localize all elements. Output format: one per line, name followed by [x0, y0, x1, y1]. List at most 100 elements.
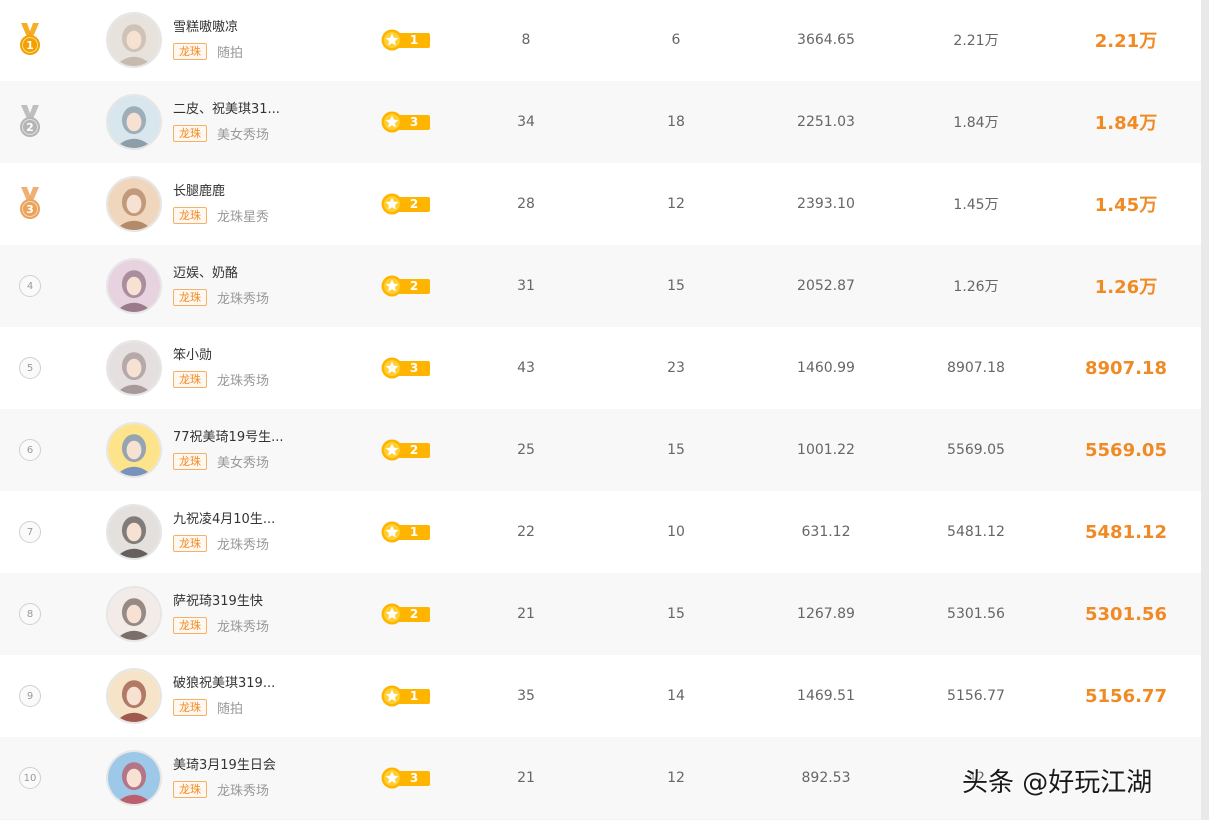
avatar[interactable] [106, 258, 162, 314]
platform-tag: 龙珠 [173, 616, 207, 634]
silver-medal-icon: 2 [20, 105, 40, 137]
table-row[interactable]: 8 萨祝琦319生快 龙珠 龙珠秀场 2 21 15 1267.89 5301.56 5301.5… [0, 573, 1201, 655]
level-cell: 1 [381, 0, 433, 81]
stat-col-3: 1267.89 [797, 606, 855, 622]
table-row[interactable]: 3 长腿鹿鹿 龙珠 龙珠星秀 2 28 12 2393.10 1.45万 1.45万 [0, 163, 1201, 245]
streamer-name[interactable]: 迈娱、奶酪 [173, 266, 238, 282]
ranking-table: 1 雪糕嗷嗷凉 龙珠 随拍 1 8 6 3664.65 2.21万 2.21万 2 二皮、祝美琪31.… [0, 0, 1201, 820]
rank-cell: 7 [0, 491, 60, 573]
category-label[interactable]: 龙珠秀场 [217, 370, 269, 389]
stat-col-2: 12 [667, 196, 685, 212]
streamer-name[interactable]: 破狼祝美琪319... [173, 676, 275, 692]
level-number: 1 [409, 33, 419, 47]
avatar-cell [106, 491, 164, 573]
streamer-name[interactable]: 雪糕嗷嗷凉 [173, 20, 238, 36]
streamer-tags: 龙珠 龙珠秀场 [173, 370, 269, 389]
level-cell: 2 [381, 409, 433, 491]
table-row[interactable]: 7 九祝凌4月10生... 龙珠 龙珠秀场 1 22 10 631.12 5481.12 5481… [0, 491, 1201, 573]
avatar-cell [106, 0, 164, 81]
rank-number: 4 [19, 275, 41, 297]
medal-rank-number: 3 [26, 203, 34, 216]
table-row[interactable]: 2 二皮、祝美琪31... 龙珠 美女秀场 3 34 18 2251.03 1.84万 1.84万 [0, 81, 1201, 163]
rank-cell: 9 [0, 655, 60, 737]
category-label[interactable]: 龙珠秀场 [217, 534, 269, 553]
rank-number: 8 [19, 603, 41, 625]
level-cell: 2 [381, 245, 433, 327]
level-badge: 2 [381, 439, 431, 461]
streamer-name[interactable]: 美琦3月19生日会 [173, 758, 276, 774]
streamer-tags: 龙珠 美女秀场 [173, 124, 269, 143]
stat-col-4: 5301.56 [947, 606, 1005, 622]
stat-col-1: 8 [521, 32, 531, 48]
streamer-tags: 龙珠 龙珠秀场 [173, 288, 269, 307]
level-cell: 3 [381, 737, 433, 819]
table-row[interactable]: 5 笨小勋 龙珠 龙珠秀场 3 43 23 1460.99 8907.18 8907.18 [0, 327, 1201, 409]
streamer-tags: 龙珠 龙珠秀场 [173, 780, 269, 799]
platform-tag: 龙珠 [173, 452, 207, 470]
streamer-name[interactable]: 77祝美琦19号生... [173, 430, 283, 446]
avatar[interactable] [106, 750, 162, 806]
stat-col-4: 1.26万 [953, 279, 999, 295]
rank-number: 10 [19, 767, 41, 789]
streamer-name[interactable]: 萨祝琦319生快 [173, 594, 263, 610]
level-cell: 3 [381, 327, 433, 409]
avatar[interactable] [106, 340, 162, 396]
avatar[interactable] [106, 504, 162, 560]
table-row[interactable]: 9 破狼祝美琪319... 龙珠 随拍 1 35 14 1469.51 5156.77 5156.… [0, 655, 1201, 737]
platform-tag: 龙珠 [173, 124, 207, 142]
streamer-name[interactable]: 二皮、祝美琪31... [173, 102, 280, 118]
rank-cell: 3 [0, 163, 60, 245]
watermark: 头条 @好玩江湖 [962, 768, 1153, 798]
stat-col-2: 10 [667, 524, 685, 540]
stat-col-1: 21 [517, 770, 535, 786]
streamer-name[interactable]: 笨小勋 [173, 348, 212, 364]
total-value: 1.84万 [1094, 113, 1158, 134]
total-value: 5156.77 [1085, 685, 1167, 707]
level-cell: 2 [381, 163, 433, 245]
category-label[interactable]: 美女秀场 [217, 452, 269, 471]
streamer-info: 萨祝琦319生快 龙珠 龙珠秀场 [173, 573, 353, 655]
avatar[interactable] [106, 176, 162, 232]
platform-tag: 龙珠 [173, 206, 207, 224]
stat-col-2: 15 [667, 442, 685, 458]
stat-col-3: 892.53 [801, 770, 851, 786]
avatar[interactable] [106, 12, 162, 68]
category-label[interactable]: 随拍 [217, 42, 243, 61]
avatar-cell [106, 81, 164, 163]
scrollbar[interactable] [1201, 0, 1209, 820]
total-value: 1.45万 [1094, 195, 1158, 216]
streamer-info: 雪糕嗷嗷凉 龙珠 随拍 [173, 0, 353, 81]
level-cell: 1 [381, 491, 433, 573]
stat-col-1: 22 [517, 524, 535, 540]
avatar-cell [106, 409, 164, 491]
stat-col-3: 3664.65 [797, 32, 855, 48]
stat-col-4: 5156.77 [947, 688, 1005, 704]
avatar[interactable] [106, 422, 162, 478]
stat-col-1: 31 [517, 278, 535, 294]
category-label[interactable]: 美女秀场 [217, 124, 269, 143]
total-value: 1.26万 [1094, 277, 1158, 298]
stat-col-3: 631.12 [801, 524, 851, 540]
streamer-name[interactable]: 长腿鹿鹿 [173, 184, 225, 200]
category-label[interactable]: 龙珠秀场 [217, 780, 269, 799]
category-label[interactable]: 龙珠秀场 [217, 288, 269, 307]
category-label[interactable]: 龙珠秀场 [217, 616, 269, 635]
table-row[interactable]: 4 迈娱、奶酪 龙珠 龙珠秀场 2 31 15 2052.87 1.26万 1.26万 [0, 245, 1201, 327]
category-label[interactable]: 随拍 [217, 698, 243, 717]
avatar-cell [106, 327, 164, 409]
avatar-cell [106, 245, 164, 327]
stat-col-4: 5569.05 [947, 442, 1005, 458]
streamer-name[interactable]: 九祝凌4月10生... [173, 512, 275, 528]
streamer-tags: 龙珠 龙珠秀场 [173, 616, 269, 635]
table-row[interactable]: 6 77祝美琦19号生... 龙珠 美女秀场 2 25 15 1001.22 5569.05 55… [0, 409, 1201, 491]
stat-col-1: 25 [517, 442, 535, 458]
avatar-cell [106, 573, 164, 655]
level-badge: 3 [381, 111, 431, 133]
level-badge: 2 [381, 603, 431, 625]
category-label[interactable]: 龙珠星秀 [217, 206, 269, 225]
avatar[interactable] [106, 94, 162, 150]
avatar[interactable] [106, 668, 162, 724]
table-row[interactable]: 1 雪糕嗷嗷凉 龙珠 随拍 1 8 6 3664.65 2.21万 2.21万 [0, 0, 1201, 81]
level-cell: 3 [381, 81, 433, 163]
avatar[interactable] [106, 586, 162, 642]
